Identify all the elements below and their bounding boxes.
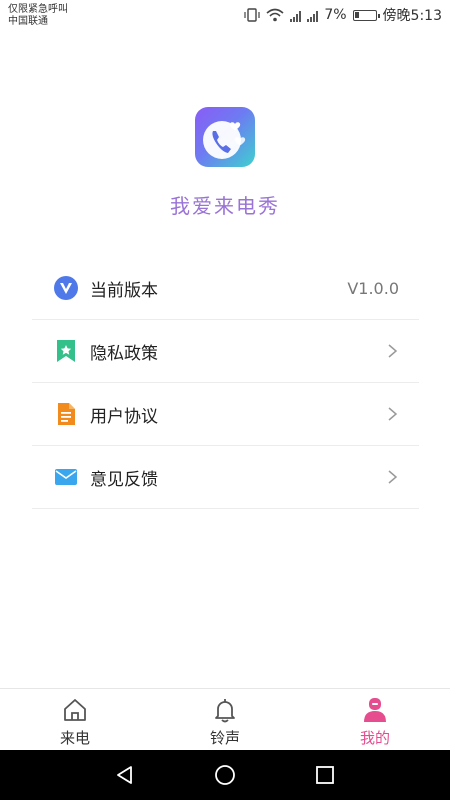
mail-icon bbox=[54, 465, 78, 489]
status-bar: 仅限紧急呼叫 中国联通 7% 傍晚5:13 bbox=[0, 0, 450, 30]
signal-4g-icon bbox=[307, 9, 319, 22]
menu-item-label: 用户协议 bbox=[90, 406, 158, 427]
status-right: 7% 傍晚5:13 bbox=[244, 6, 442, 24]
back-triangle-icon[interactable] bbox=[113, 763, 137, 787]
system-navigation-bar bbox=[0, 750, 450, 800]
chevron-right-icon bbox=[388, 407, 398, 421]
menu-item-user-agreement[interactable]: 用户协议 bbox=[32, 383, 419, 446]
app-name: 我爱来电秀 bbox=[170, 194, 280, 218]
menu-item-version[interactable]: 当前版本 V1.0.0 bbox=[32, 257, 419, 320]
menu-item-feedback[interactable]: 意见反馈 bbox=[32, 446, 419, 509]
bell-icon bbox=[215, 699, 235, 723]
home-icon bbox=[64, 699, 86, 721]
tab-label: 我的 bbox=[359, 729, 390, 747]
settings-menu: 当前版本 V1.0.0 隐私政策 用户协议 意见反馈 bbox=[32, 257, 419, 509]
version-v-icon bbox=[54, 276, 78, 300]
document-icon bbox=[54, 402, 78, 426]
tab-mine[interactable]: 我的 bbox=[315, 689, 435, 751]
tab-ringtone[interactable]: 铃声 bbox=[165, 689, 285, 751]
emergency-only-text: 仅限紧急呼叫 bbox=[8, 4, 68, 15]
profile-icon bbox=[364, 698, 386, 722]
vibrate-icon bbox=[244, 8, 260, 22]
phone-heart-logo-icon bbox=[203, 121, 246, 159]
tab-incoming-call[interactable]: 来电 bbox=[15, 689, 135, 751]
bottom-tab-bar: 来电 铃声 我的 bbox=[0, 688, 450, 751]
menu-item-privacy[interactable]: 隐私政策 bbox=[32, 320, 419, 383]
app-logo bbox=[195, 107, 255, 167]
battery-icon bbox=[352, 9, 380, 21]
home-circle-icon[interactable] bbox=[213, 763, 237, 787]
clock-time: 傍晚5:13 bbox=[382, 8, 442, 24]
chevron-right-icon bbox=[388, 344, 398, 358]
tab-label: 来电 bbox=[59, 729, 90, 747]
menu-item-label: 隐私政策 bbox=[90, 343, 158, 364]
signal-1-icon bbox=[290, 9, 302, 22]
menu-item-label: 意见反馈 bbox=[90, 469, 158, 490]
chevron-right-icon bbox=[388, 470, 398, 484]
recents-square-icon[interactable] bbox=[313, 763, 337, 787]
status-left: 仅限紧急呼叫 中国联通 bbox=[8, 4, 68, 28]
carrier-text: 中国联通 bbox=[8, 16, 48, 27]
menu-item-label: 当前版本 bbox=[90, 280, 158, 301]
wifi-icon bbox=[266, 8, 284, 22]
bookmark-star-icon bbox=[54, 339, 78, 363]
tab-label: 铃声 bbox=[209, 729, 240, 747]
version-value: V1.0.0 bbox=[347, 278, 399, 298]
battery-percent: 7% bbox=[324, 7, 347, 23]
